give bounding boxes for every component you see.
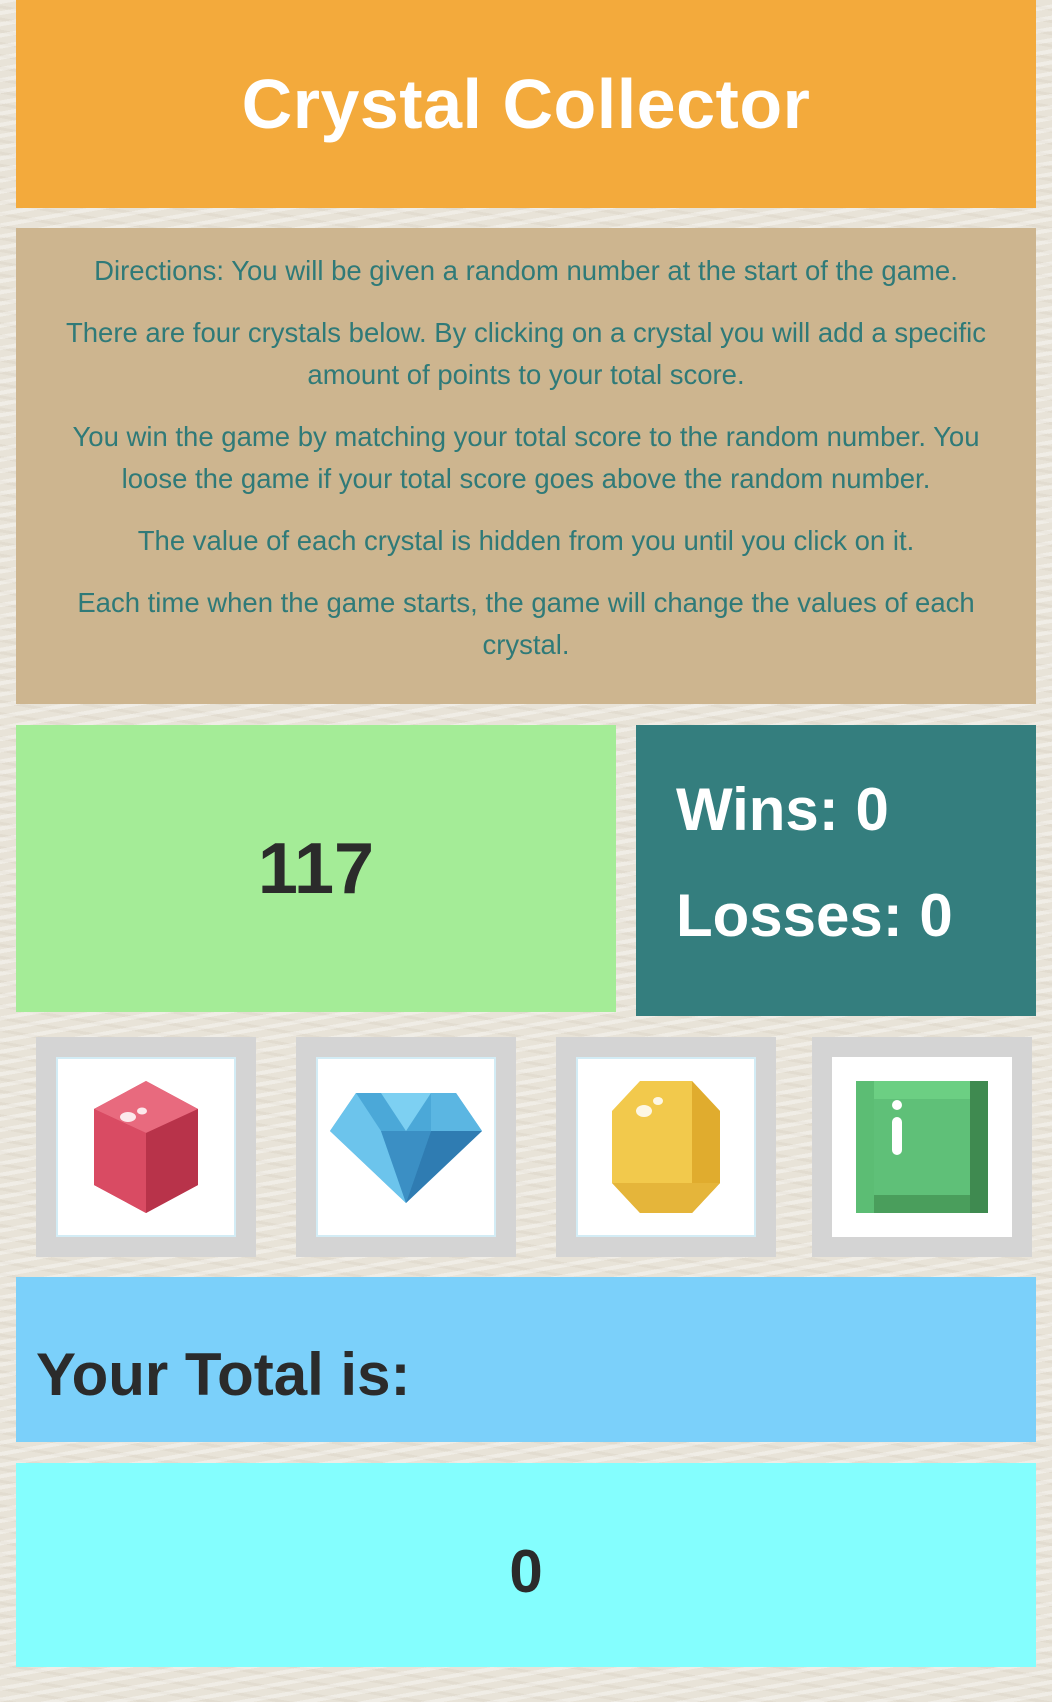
total-value-panel: 0 <box>16 1463 1036 1667</box>
crystal-button-red[interactable] <box>36 1037 256 1257</box>
total-score: 0 <box>509 1537 543 1605</box>
crystal-button-blue[interactable] <box>296 1037 516 1257</box>
directions-text: Each time when the game starts, the game… <box>77 587 975 660</box>
directions-text: Directions: You will be given a random n… <box>94 255 958 286</box>
random-number-panel: 117 <box>16 725 616 1012</box>
crystal-image-frame <box>56 1057 236 1237</box>
yellow-gem-icon <box>612 1081 720 1213</box>
crystal-image-frame <box>576 1057 756 1237</box>
red-ruby-icon <box>94 1081 198 1213</box>
crystal-image-frame <box>316 1057 496 1237</box>
directions-text: You win the game by matching your total … <box>72 421 980 494</box>
wins-count: Wins: 0 <box>676 776 889 843</box>
game-header: Crystal Collector <box>16 0 1036 208</box>
game-title: Crystal Collector <box>241 65 811 143</box>
directions-text: The value of each crystal is hidden from… <box>137 525 915 556</box>
random-number: 117 <box>257 828 375 909</box>
crystal-button-yellow[interactable] <box>556 1037 776 1257</box>
blue-diamond-icon <box>330 1093 482 1203</box>
directions-panel: Directions: You will be given a random n… <box>16 228 1036 704</box>
crystal-button-green[interactable] <box>812 1037 1032 1257</box>
total-label: Your Total is: <box>36 1341 411 1408</box>
crystal-image-frame <box>832 1057 1012 1237</box>
directions-text: There are four crystals below. By clicki… <box>65 317 987 390</box>
losses-count: Losses: 0 <box>676 882 953 949</box>
scoreboard-panel: Wins: 0 Losses: 0 <box>636 725 1036 1016</box>
green-emerald-icon <box>856 1081 988 1213</box>
total-label-panel: Your Total is: <box>16 1277 1036 1442</box>
